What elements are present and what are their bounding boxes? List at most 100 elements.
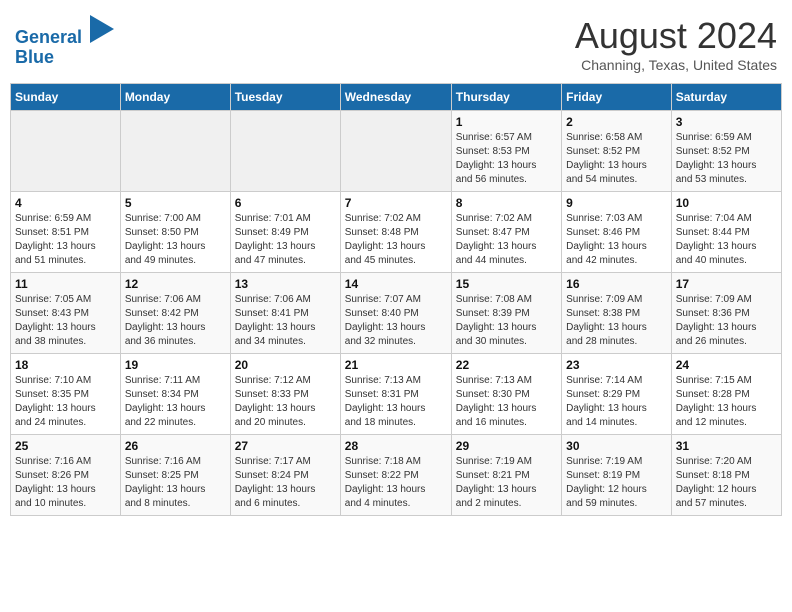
- day-info: Sunrise: 7:13 AM Sunset: 8:30 PM Dayligh…: [456, 374, 557, 430]
- weekday-header-row: SundayMondayTuesdayWednesdayThursdayFrid…: [11, 84, 782, 111]
- location: Channing, Texas, United States: [575, 57, 777, 73]
- day-info: Sunrise: 7:19 AM Sunset: 8:19 PM Dayligh…: [566, 455, 667, 511]
- calendar-cell: 16 Sunrise: 7:09 AM Sunset: 8:38 PM Dayli…: [562, 273, 672, 354]
- calendar-cell: 27 Sunrise: 7:17 AM Sunset: 8:24 PM Dayli…: [230, 435, 340, 516]
- calendar-cell: 6 Sunrise: 7:01 AM Sunset: 8:49 PM Daylig…: [230, 192, 340, 273]
- day-info: Sunrise: 6:59 AM Sunset: 8:51 PM Dayligh…: [15, 212, 116, 268]
- day-info: Sunrise: 7:10 AM Sunset: 8:35 PM Dayligh…: [15, 374, 116, 430]
- day-info: Sunrise: 7:07 AM Sunset: 8:40 PM Dayligh…: [345, 293, 447, 349]
- day-number: 31: [676, 439, 777, 453]
- weekday-header-sunday: Sunday: [11, 84, 121, 111]
- day-number: 30: [566, 439, 667, 453]
- calendar-cell: 2 Sunrise: 6:58 AM Sunset: 8:52 PM Daylig…: [562, 111, 672, 192]
- calendar-cell: 24 Sunrise: 7:15 AM Sunset: 8:28 PM Dayli…: [671, 354, 781, 435]
- day-info: Sunrise: 7:16 AM Sunset: 8:26 PM Dayligh…: [15, 455, 116, 511]
- day-info: Sunrise: 7:20 AM Sunset: 8:18 PM Dayligh…: [676, 455, 777, 511]
- day-number: 8: [456, 196, 557, 210]
- day-info: Sunrise: 7:08 AM Sunset: 8:39 PM Dayligh…: [456, 293, 557, 349]
- calendar-cell: 17 Sunrise: 7:09 AM Sunset: 8:36 PM Dayli…: [671, 273, 781, 354]
- calendar-cell: 13 Sunrise: 7:06 AM Sunset: 8:41 PM Dayli…: [230, 273, 340, 354]
- calendar-cell: 28 Sunrise: 7:18 AM Sunset: 8:22 PM Dayli…: [340, 435, 451, 516]
- day-number: 7: [345, 196, 447, 210]
- calendar-cell: 31 Sunrise: 7:20 AM Sunset: 8:18 PM Dayli…: [671, 435, 781, 516]
- weekday-header-wednesday: Wednesday: [340, 84, 451, 111]
- calendar-cell: 9Sunrise: 7:03 AM Sunset: 8:46 PM Daylig…: [562, 192, 672, 273]
- month-title: August 2024: [575, 15, 777, 57]
- day-number: 28: [345, 439, 447, 453]
- calendar-cell: 23Sunrise: 7:14 AM Sunset: 8:29 PM Dayli…: [562, 354, 672, 435]
- day-info: Sunrise: 7:01 AM Sunset: 8:49 PM Dayligh…: [235, 212, 336, 268]
- calendar-cell: [230, 111, 340, 192]
- day-info: Sunrise: 6:57 AM Sunset: 8:53 PM Dayligh…: [456, 131, 557, 187]
- day-number: 6: [235, 196, 336, 210]
- week-row-2: 4 Sunrise: 6:59 AM Sunset: 8:51 PM Daylig…: [11, 192, 782, 273]
- calendar-cell: 5 Sunrise: 7:00 AM Sunset: 8:50 PM Daylig…: [120, 192, 230, 273]
- calendar-cell: 15 Sunrise: 7:08 AM Sunset: 8:39 PM Dayli…: [451, 273, 561, 354]
- weekday-header-tuesday: Tuesday: [230, 84, 340, 111]
- calendar-cell: 30 Sunrise: 7:19 AM Sunset: 8:19 PM Dayli…: [562, 435, 672, 516]
- day-info: Sunrise: 7:06 AM Sunset: 8:41 PM Dayligh…: [235, 293, 336, 349]
- day-info: Sunrise: 7:12 AM Sunset: 8:33 PM Dayligh…: [235, 374, 336, 430]
- day-number: 24: [676, 358, 777, 372]
- day-info: Sunrise: 6:58 AM Sunset: 8:52 PM Dayligh…: [566, 131, 667, 187]
- day-info: Sunrise: 7:16 AM Sunset: 8:25 PM Dayligh…: [125, 455, 226, 511]
- week-row-5: 25 Sunrise: 7:16 AM Sunset: 8:26 PM Dayli…: [11, 435, 782, 516]
- day-number: 10: [676, 196, 777, 210]
- day-info: Sunrise: 7:15 AM Sunset: 8:28 PM Dayligh…: [676, 374, 777, 430]
- day-number: 11: [15, 277, 116, 291]
- day-number: 13: [235, 277, 336, 291]
- calendar-cell: 11 Sunrise: 7:05 AM Sunset: 8:43 PM Dayli…: [11, 273, 121, 354]
- calendar-cell: [11, 111, 121, 192]
- day-number: 16: [566, 277, 667, 291]
- calendar-cell: 21 Sunrise: 7:13 AM Sunset: 8:31 PM Dayli…: [340, 354, 451, 435]
- page-header: General Blue August 2024 Channing, Texas…: [10, 10, 782, 73]
- day-number: 4: [15, 196, 116, 210]
- day-info: Sunrise: 7:09 AM Sunset: 8:38 PM Dayligh…: [566, 293, 667, 349]
- day-number: 27: [235, 439, 336, 453]
- day-number: 14: [345, 277, 447, 291]
- day-number: 2: [566, 115, 667, 129]
- weekday-header-friday: Friday: [562, 84, 672, 111]
- day-info: Sunrise: 7:04 AM Sunset: 8:44 PM Dayligh…: [676, 212, 777, 268]
- day-number: 5: [125, 196, 226, 210]
- day-info: Sunrise: 7:05 AM Sunset: 8:43 PM Dayligh…: [15, 293, 116, 349]
- day-info: Sunrise: 7:00 AM Sunset: 8:50 PM Dayligh…: [125, 212, 226, 268]
- day-info: Sunrise: 7:11 AM Sunset: 8:34 PM Dayligh…: [125, 374, 226, 430]
- day-info: Sunrise: 7:19 AM Sunset: 8:21 PM Dayligh…: [456, 455, 557, 511]
- weekday-header-thursday: Thursday: [451, 84, 561, 111]
- day-info: Sunrise: 7:02 AM Sunset: 8:48 PM Dayligh…: [345, 212, 447, 268]
- day-number: 18: [15, 358, 116, 372]
- day-number: 15: [456, 277, 557, 291]
- logo-blue: Blue: [15, 47, 54, 67]
- day-number: 25: [15, 439, 116, 453]
- day-info: Sunrise: 7:09 AM Sunset: 8:36 PM Dayligh…: [676, 293, 777, 349]
- day-info: Sunrise: 7:13 AM Sunset: 8:31 PM Dayligh…: [345, 374, 447, 430]
- day-number: 19: [125, 358, 226, 372]
- calendar-cell: [120, 111, 230, 192]
- day-number: 23: [566, 358, 667, 372]
- calendar-cell: 20Sunrise: 7:12 AM Sunset: 8:33 PM Dayli…: [230, 354, 340, 435]
- calendar-cell: 26Sunrise: 7:16 AM Sunset: 8:25 PM Dayli…: [120, 435, 230, 516]
- logo: General Blue: [15, 15, 114, 68]
- weekday-header-saturday: Saturday: [671, 84, 781, 111]
- calendar-cell: 10 Sunrise: 7:04 AM Sunset: 8:44 PM Dayli…: [671, 192, 781, 273]
- calendar-table: SundayMondayTuesdayWednesdayThursdayFrid…: [10, 83, 782, 516]
- week-row-3: 11 Sunrise: 7:05 AM Sunset: 8:43 PM Dayli…: [11, 273, 782, 354]
- day-number: 29: [456, 439, 557, 453]
- calendar-cell: 1Sunrise: 6:57 AM Sunset: 8:53 PM Daylig…: [451, 111, 561, 192]
- calendar-cell: 7 Sunrise: 7:02 AM Sunset: 8:48 PM Daylig…: [340, 192, 451, 273]
- day-info: Sunrise: 6:59 AM Sunset: 8:52 PM Dayligh…: [676, 131, 777, 187]
- weekday-header-monday: Monday: [120, 84, 230, 111]
- calendar-cell: 8 Sunrise: 7:02 AM Sunset: 8:47 PM Daylig…: [451, 192, 561, 273]
- day-info: Sunrise: 7:06 AM Sunset: 8:42 PM Dayligh…: [125, 293, 226, 349]
- day-number: 21: [345, 358, 447, 372]
- day-number: 17: [676, 277, 777, 291]
- day-number: 22: [456, 358, 557, 372]
- calendar-cell: 12Sunrise: 7:06 AM Sunset: 8:42 PM Dayli…: [120, 273, 230, 354]
- title-block: August 2024 Channing, Texas, United Stat…: [575, 15, 777, 73]
- calendar-cell: 22 Sunrise: 7:13 AM Sunset: 8:30 PM Dayli…: [451, 354, 561, 435]
- day-info: Sunrise: 7:18 AM Sunset: 8:22 PM Dayligh…: [345, 455, 447, 511]
- logo-general: General: [15, 27, 82, 47]
- day-info: Sunrise: 7:02 AM Sunset: 8:47 PM Dayligh…: [456, 212, 557, 268]
- day-info: Sunrise: 7:17 AM Sunset: 8:24 PM Dayligh…: [235, 455, 336, 511]
